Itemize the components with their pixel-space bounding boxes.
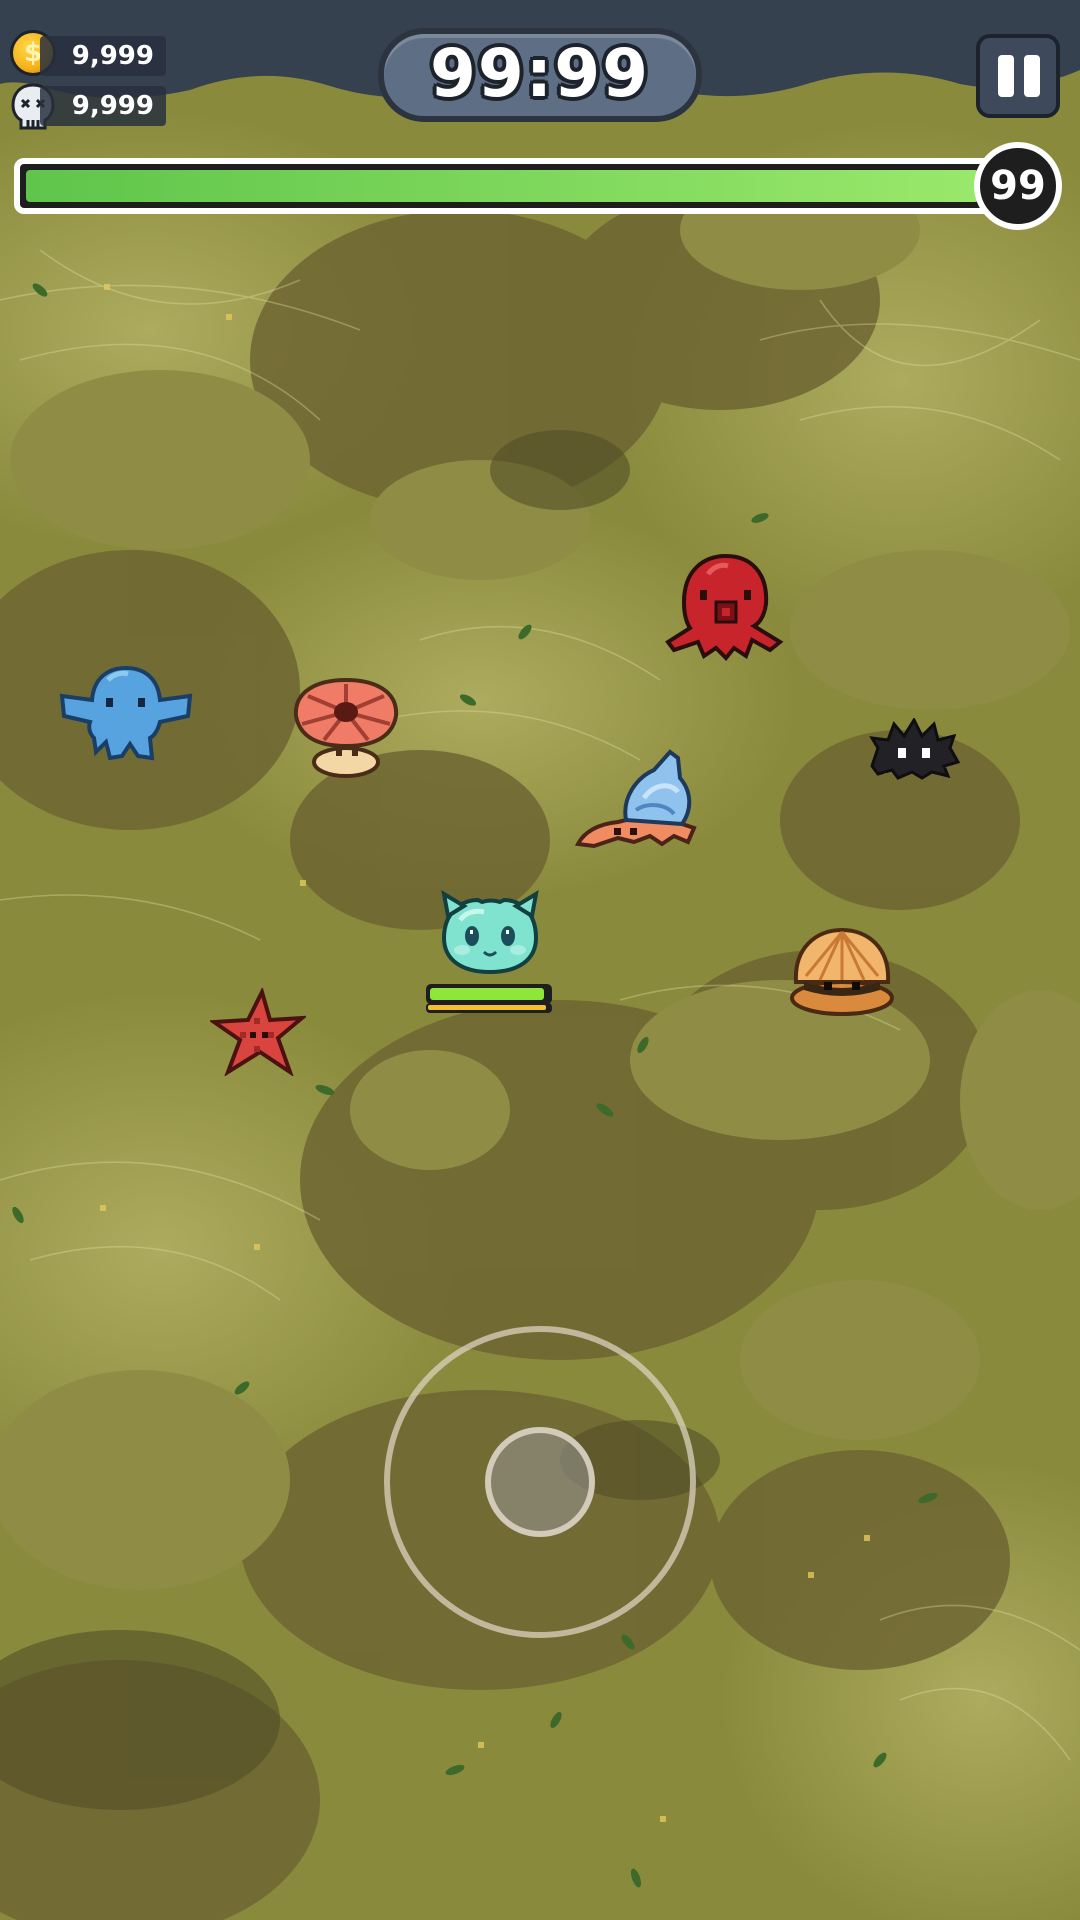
- player-health-fill: [430, 988, 544, 1000]
- level-badge: 99: [974, 142, 1062, 230]
- pause-icon-bar: [1024, 55, 1040, 97]
- coin-counter: 9,999: [40, 36, 166, 76]
- hermit-crab: [574, 749, 697, 849]
- player-slime: [441, 890, 539, 975]
- timer: 99:99: [378, 28, 702, 122]
- player-health-bar: [426, 984, 552, 1004]
- xp-fill: [26, 170, 979, 202]
- pause-button[interactable]: [976, 34, 1060, 118]
- pink-mushroom: [293, 677, 399, 778]
- joystick-knob[interactable]: [485, 1427, 595, 1537]
- red-starfish: [210, 988, 306, 1076]
- black-sea-urchin: [869, 718, 961, 780]
- red-octopus: [665, 553, 784, 661]
- kill-counter: 9,999: [40, 86, 166, 126]
- player-secondary-fill: [428, 1005, 546, 1010]
- player-secondary-bar: [426, 1003, 552, 1013]
- xp-bar: [14, 158, 1014, 214]
- orange-clam: [790, 927, 894, 1016]
- pause-icon: [998, 55, 1014, 97]
- blue-octopus: [59, 665, 193, 761]
